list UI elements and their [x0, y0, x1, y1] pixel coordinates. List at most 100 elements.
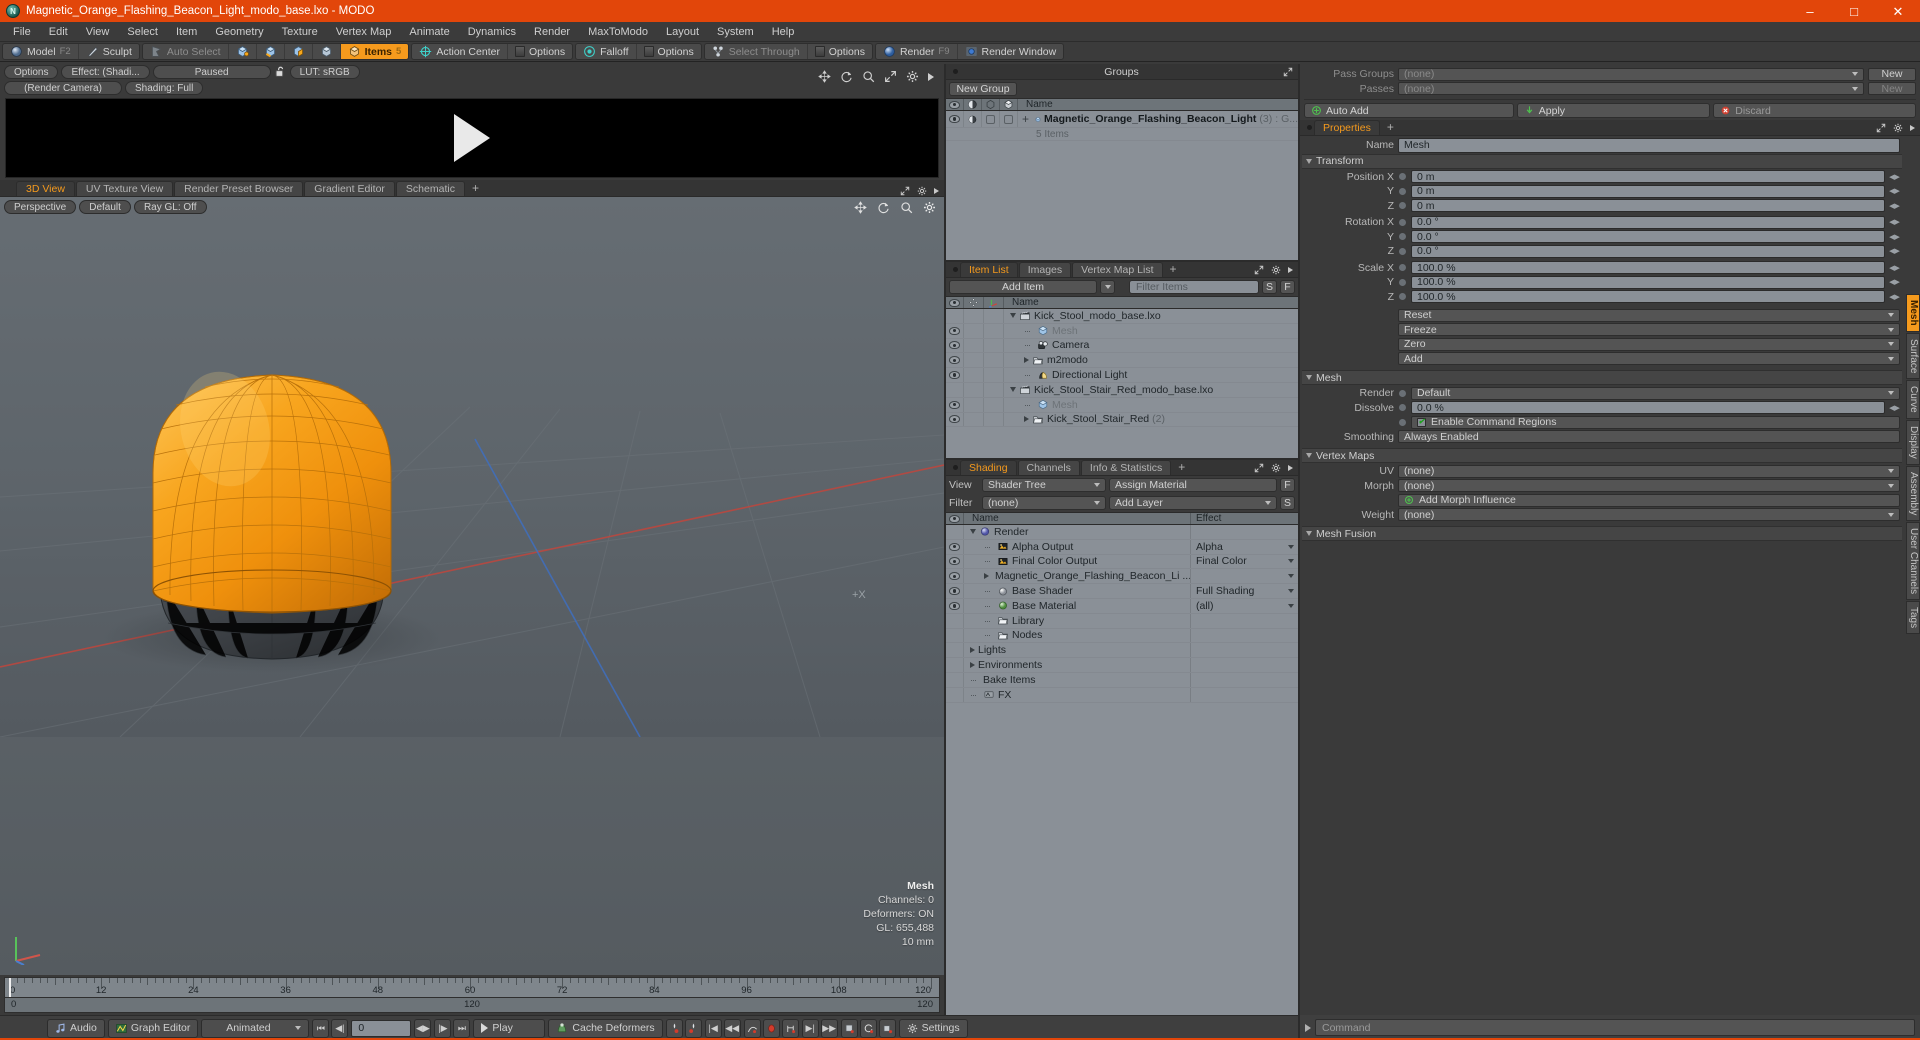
- frame-spinner[interactable]: ◀▶: [414, 1018, 432, 1038]
- next-key-alt-button[interactable]: ▶▶: [820, 1018, 838, 1038]
- shading-menu-arrow-icon[interactable]: [1288, 464, 1293, 471]
- expander-down-icon[interactable]: [1010, 313, 1016, 319]
- menu-item-animate[interactable]: Animate: [400, 22, 458, 42]
- item-list-menu-arrow-icon[interactable]: [1288, 266, 1293, 273]
- timeline-range-bar[interactable]: 0 120 120: [4, 998, 940, 1013]
- prev-key-alt-button[interactable]: ◀◀: [723, 1018, 741, 1038]
- tab-info-statistics[interactable]: Info & Statistics: [1080, 460, 1172, 475]
- transform-spinner[interactable]: ◀▶: [1889, 202, 1900, 210]
- shader-effect-cell[interactable]: [1190, 658, 1298, 672]
- auto-select-button[interactable]: Auto Select: [143, 44, 229, 59]
- expander-right-icon[interactable]: [970, 647, 975, 654]
- add-morph-influence-button[interactable]: Add Morph Influence: [1398, 493, 1900, 507]
- shading-tree-body[interactable]: Render ··· Alpha Output Alpha ··· Final Color…: [946, 525, 1298, 1015]
- group-solid-toggle[interactable]: [1000, 111, 1018, 127]
- play-button[interactable]: Play: [473, 1018, 546, 1038]
- groups-col-wire[interactable]: [982, 99, 1000, 110]
- groups-tree-body[interactable]: + Magnetic_Orange_Flashing_Beacon_Light (…: [946, 111, 1298, 260]
- shader-row[interactable]: Environments: [946, 658, 1298, 673]
- preview-options-button[interactable]: Options: [4, 65, 59, 79]
- menu-item-help[interactable]: Help: [763, 22, 804, 42]
- menu-item-select[interactable]: Select: [118, 22, 167, 42]
- transform-value-input[interactable]: 100.0 %: [1411, 261, 1885, 275]
- shader-name-cell[interactable]: Environments: [964, 659, 1190, 671]
- shader-visibility-toggle[interactable]: [946, 628, 964, 643]
- shading-expand-icon[interactable]: [1254, 463, 1264, 473]
- fit-expand-icon[interactable]: [884, 70, 897, 83]
- apply-button[interactable]: Apply: [1516, 103, 1711, 118]
- item-axis-cell[interactable]: [984, 338, 1004, 353]
- zero-button[interactable]: Zero: [1398, 337, 1900, 351]
- item-visibility-toggle[interactable]: [946, 309, 964, 323]
- transform-spinner[interactable]: ◀▶: [1889, 218, 1900, 226]
- item-axis-cell[interactable]: [984, 397, 1004, 412]
- animated-select[interactable]: Animated: [201, 1018, 310, 1038]
- expander-right-icon[interactable]: [1024, 416, 1029, 423]
- groups-col-solid[interactable]: [1000, 99, 1018, 110]
- transform-knob[interactable]: [1398, 232, 1407, 242]
- item-name-cell[interactable]: ··· Mesh: [1004, 325, 1298, 337]
- group-shade-toggle[interactable]: [964, 111, 982, 127]
- transform-spinner[interactable]: ◀▶: [1889, 187, 1900, 195]
- mesh-section-header[interactable]: Mesh: [1302, 370, 1902, 385]
- properties-add-tab[interactable]: +: [1381, 120, 1400, 135]
- pan-icon[interactable]: [818, 70, 831, 83]
- vtab-mesh[interactable]: Mesh: [1906, 294, 1920, 332]
- cache-deformers-button[interactable]: Cache Deformers: [548, 1018, 663, 1038]
- menu-item-layout[interactable]: Layout: [657, 22, 708, 42]
- polygon-select-button[interactable]: [285, 44, 313, 59]
- item-visibility-toggle[interactable]: [946, 382, 964, 397]
- groups-col-shade[interactable]: [964, 99, 982, 110]
- item-list-expand-icon[interactable]: [1254, 265, 1264, 275]
- shader-effect-cell[interactable]: Alpha: [1190, 539, 1298, 554]
- enable-command-regions-checkbox[interactable]: ✔: [1417, 417, 1426, 427]
- key-all-button[interactable]: [684, 1018, 702, 1038]
- menu-item-dynamics[interactable]: Dynamics: [459, 22, 525, 42]
- shader-name-cell[interactable]: ··· Bake Items: [964, 674, 1190, 686]
- auto-add-button[interactable]: Auto Add: [1304, 103, 1514, 118]
- menu-item-render[interactable]: Render: [525, 22, 579, 42]
- item-visibility-toggle[interactable]: [946, 368, 964, 382]
- tab-uv-texture-view[interactable]: UV Texture View: [75, 181, 174, 196]
- vtab-assembly[interactable]: Assembly: [1906, 465, 1920, 521]
- transform-spinner[interactable]: ◀▶: [1889, 264, 1900, 272]
- item-row[interactable]: Kick_Stool_Stair_Red (2): [946, 412, 1298, 428]
- shader-row[interactable]: ··· Alpha Output Alpha: [946, 539, 1298, 555]
- transform-knob[interactable]: [1398, 201, 1407, 211]
- tab-render-preset-browser[interactable]: Render Preset Browser: [174, 181, 304, 196]
- new-group-button[interactable]: New Group: [949, 82, 1017, 96]
- item-axis-cell[interactable]: [984, 353, 1004, 368]
- shader-visibility-toggle[interactable]: [946, 643, 964, 658]
- filter-f-button[interactable]: F: [1280, 280, 1295, 294]
- smoothing-select[interactable]: Always Enabled: [1398, 430, 1900, 444]
- tab-vertex-map-list[interactable]: Vertex Map List: [1072, 262, 1163, 277]
- menu-item-edit[interactable]: Edit: [40, 22, 77, 42]
- enable-command-regions-checkbox-row[interactable]: ✔ Enable Command Regions: [1411, 415, 1900, 429]
- menu-item-texture[interactable]: Texture: [273, 22, 327, 42]
- shader-row[interactable]: ··· Bake Items: [946, 672, 1298, 688]
- preview-paused-button[interactable]: Paused: [152, 65, 271, 79]
- shader-row[interactable]: ··· Nodes: [946, 628, 1298, 644]
- shader-row[interactable]: ··· Base Material (all): [946, 598, 1298, 614]
- items-mode-button[interactable]: Items 5: [340, 44, 409, 59]
- render-select[interactable]: Default: [1411, 386, 1900, 400]
- item-row[interactable]: Kick_Stool_modo_base.lxo: [946, 309, 1298, 324]
- go-to-start-button[interactable]: ⏮: [312, 1018, 330, 1038]
- properties-menu-arrow-icon[interactable]: [1910, 124, 1915, 131]
- select-through-button[interactable]: Select Through: [705, 44, 808, 59]
- prev-key-button[interactable]: |◀: [704, 1018, 722, 1038]
- item-axis-cell[interactable]: [984, 309, 1004, 323]
- pass-groups-select[interactable]: (none): [1398, 67, 1864, 81]
- transform-spinner[interactable]: ◀▶: [1889, 278, 1900, 286]
- shader-visibility-toggle[interactable]: [946, 672, 964, 687]
- expander-right-icon[interactable]: [1024, 357, 1029, 364]
- transform-value-input[interactable]: 0 m: [1411, 184, 1885, 198]
- autokey-button[interactable]: [840, 1018, 858, 1038]
- maximize-button[interactable]: □: [1832, 0, 1876, 22]
- shader-row[interactable]: ··· FX: [946, 687, 1298, 703]
- shader-effect-cell[interactable]: Full Shading: [1190, 584, 1298, 598]
- tab-3d-view[interactable]: 3D View: [16, 181, 75, 196]
- tab-schematic[interactable]: Schematic: [395, 181, 465, 196]
- item-name-cell[interactable]: Kick_Stool_Stair_Red (2): [1004, 413, 1298, 425]
- shading-filter-select[interactable]: (none): [982, 496, 1106, 510]
